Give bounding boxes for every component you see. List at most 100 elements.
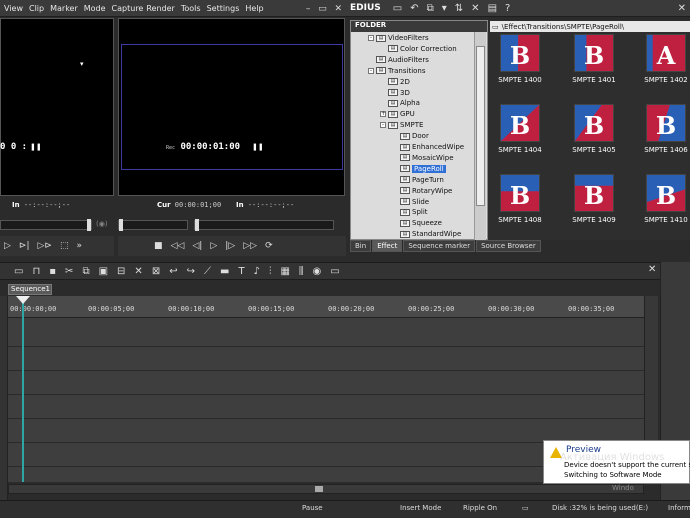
undo-icon[interactable]: ↩ bbox=[169, 266, 177, 277]
render-icon[interactable]: ▬ bbox=[220, 266, 229, 277]
maximize-button[interactable]: ▭ bbox=[318, 4, 327, 14]
sort-icon[interactable]: ⇅ bbox=[455, 3, 463, 14]
effect-thumbnail[interactable]: B SMPTE 1400 bbox=[494, 34, 546, 84]
folder-item[interactable]: - ▤ Transitions bbox=[368, 67, 426, 75]
record-icon[interactable]: ◉ bbox=[313, 266, 322, 277]
status-insert-mode[interactable]: Insert Mode bbox=[400, 504, 441, 512]
folder-item[interactable]: ▤ Door bbox=[392, 132, 429, 140]
minimize-button[interactable]: – bbox=[306, 4, 311, 14]
open-project-icon[interactable]: ⊓ bbox=[32, 266, 40, 277]
loop-icon[interactable]: ▷⊳ bbox=[38, 241, 52, 251]
copy-clip-icon[interactable]: ⧉ bbox=[82, 266, 89, 277]
menu-render[interactable]: Render bbox=[146, 4, 174, 13]
copy-icon[interactable]: ⧉ bbox=[427, 3, 434, 14]
redo-icon[interactable]: ↪ bbox=[187, 266, 195, 277]
menu-help[interactable]: Help bbox=[245, 4, 263, 13]
delete-icon[interactable]: ✕ bbox=[471, 3, 479, 14]
help-icon[interactable]: ? bbox=[505, 3, 510, 14]
effect-thumbnail[interactable]: B SMPTE 1410 bbox=[640, 174, 690, 224]
folder-item[interactable]: ▤ 2D bbox=[380, 78, 410, 86]
mixer-icon[interactable]: ⫶ bbox=[269, 266, 272, 277]
expand-toggle-icon[interactable]: - bbox=[368, 67, 374, 74]
folder-item[interactable]: - ▤ SMPTE bbox=[380, 121, 423, 129]
layout-icon[interactable]: ▭ bbox=[330, 266, 339, 277]
rewind-icon[interactable]: ◁◁ bbox=[171, 241, 185, 251]
tab-effect[interactable]: Effect bbox=[372, 240, 403, 252]
add-cut-icon[interactable]: ⟋ bbox=[204, 266, 211, 277]
folder-scrollbar[interactable] bbox=[474, 32, 486, 240]
close-button[interactable]: ✕ bbox=[335, 4, 343, 14]
menu-mode[interactable]: Mode bbox=[84, 4, 106, 13]
status-ripple[interactable]: Ripple On bbox=[463, 504, 497, 512]
folder-item[interactable]: ▤ MosaicWipe bbox=[392, 154, 454, 162]
sequence-tab[interactable]: Sequence1 bbox=[8, 284, 52, 295]
timeline-cursor[interactable] bbox=[22, 300, 24, 482]
step-back-icon[interactable]: ◁| bbox=[192, 241, 202, 251]
expand-toggle-icon[interactable]: - bbox=[368, 35, 374, 41]
replace-icon[interactable]: ⊟ bbox=[117, 266, 125, 277]
effect-thumbnail[interactable]: B SMPTE 1409 bbox=[568, 174, 620, 224]
effect-thumbnail[interactable]: B SMPTE 1401 bbox=[568, 34, 620, 84]
effect-thumbnail[interactable]: B SMPTE 1408 bbox=[494, 174, 546, 224]
recorder-shuttle-slider[interactable] bbox=[194, 219, 334, 231]
stop-icon[interactable]: ■ bbox=[154, 241, 163, 251]
timeline-scrollbar[interactable] bbox=[8, 484, 644, 494]
folder-icon[interactable]: ▭ bbox=[393, 3, 402, 14]
effect-thumbnail[interactable]: B SMPTE 1405 bbox=[568, 104, 620, 154]
folder-item[interactable]: ▤ 3D bbox=[380, 89, 410, 97]
menu-tools[interactable]: Tools bbox=[181, 4, 201, 13]
player-slider-thumb[interactable] bbox=[87, 219, 91, 231]
save-icon[interactable]: ▪ bbox=[49, 266, 56, 277]
recorder-shuttle-thumb[interactable] bbox=[195, 219, 199, 231]
mic-icon[interactable]: ♪ bbox=[254, 266, 260, 277]
cut-icon[interactable]: ✂ bbox=[65, 266, 73, 277]
folder-item[interactable]: ▤ EnhancedWipe bbox=[392, 143, 464, 151]
ripple-delete-icon[interactable]: ⊠ bbox=[152, 266, 160, 277]
recorder-step-forward-icon[interactable]: |▷ bbox=[225, 241, 235, 251]
fast-forward-icon[interactable]: ▷▷ bbox=[243, 241, 257, 251]
recorder-jog-thumb[interactable] bbox=[119, 219, 123, 231]
back-icon[interactable]: ↶ bbox=[410, 3, 418, 14]
new-sequence-icon[interactable]: ▭ bbox=[14, 266, 23, 277]
effect-thumbnail[interactable]: B SMPTE 1406 bbox=[640, 104, 690, 154]
recorder-play-icon[interactable]: ▷ bbox=[210, 241, 217, 251]
delete-clip-icon[interactable]: ✕ bbox=[134, 266, 142, 277]
tab-source-browser[interactable]: Source Browser bbox=[476, 240, 541, 252]
folder-item[interactable]: + ▤ GPU bbox=[380, 110, 415, 118]
folder-item[interactable]: ▤ Squeeze bbox=[392, 219, 442, 227]
folder-item[interactable]: ▤ Split bbox=[392, 208, 428, 216]
tab-bin[interactable]: Bin bbox=[350, 240, 372, 252]
effect-thumbnail[interactable]: B SMPTE 1404 bbox=[494, 104, 546, 154]
folder-item[interactable]: ▤ PageTurn bbox=[392, 176, 444, 184]
player-shuttle-slider[interactable] bbox=[0, 219, 92, 231]
play-icon[interactable]: ▷ bbox=[4, 241, 11, 251]
menu-view[interactable]: View bbox=[4, 4, 23, 13]
audio-levels-icon[interactable]: ⫼ bbox=[299, 266, 304, 277]
properties-icon[interactable]: ▤ bbox=[488, 3, 497, 14]
folder-item[interactable]: - ▤ VideoFilters bbox=[368, 34, 429, 42]
player-monitor[interactable] bbox=[0, 18, 114, 196]
folder-item[interactable]: ▤ Slide bbox=[392, 198, 429, 206]
folder-scroll-thumb[interactable] bbox=[476, 46, 485, 206]
loop-play-icon[interactable]: ⟳ bbox=[265, 241, 273, 251]
folder-item[interactable]: ▤ PageRoll bbox=[392, 164, 446, 173]
grid-icon[interactable]: ▦ bbox=[280, 266, 289, 277]
tab-sequence-marker[interactable]: Sequence marker bbox=[403, 240, 476, 252]
overwrite-icon[interactable]: » bbox=[76, 241, 82, 251]
menu-settings[interactable]: Settings bbox=[207, 4, 240, 13]
expand-toggle-icon[interactable]: - bbox=[380, 122, 386, 129]
panel-close-icon[interactable]: ✕ bbox=[678, 3, 686, 14]
menu-capture[interactable]: Capture bbox=[112, 4, 144, 13]
expand-toggle-icon[interactable]: + bbox=[380, 111, 386, 118]
folder-item[interactable]: ▤ Color Correction bbox=[380, 45, 457, 53]
menu-clip[interactable]: Clip bbox=[29, 4, 44, 13]
folder-item[interactable]: ▤ StandardWipe bbox=[392, 230, 461, 238]
view-icon[interactable]: ▾ bbox=[442, 3, 447, 14]
effect-thumbnail[interactable]: A SMPTE 1402 bbox=[640, 34, 690, 84]
recorder-jog-slider[interactable] bbox=[118, 219, 188, 231]
title-icon[interactable]: T bbox=[238, 266, 244, 277]
folder-item[interactable]: ▤ Alpha bbox=[380, 99, 420, 107]
folder-item[interactable]: ▤ RotaryWipe bbox=[392, 187, 452, 195]
timeline-ruler[interactable]: 00:00:00;00 00:00:05;00 00:00:10;00 00:0… bbox=[8, 296, 644, 318]
timeline-scroll-thumb[interactable] bbox=[315, 486, 323, 492]
